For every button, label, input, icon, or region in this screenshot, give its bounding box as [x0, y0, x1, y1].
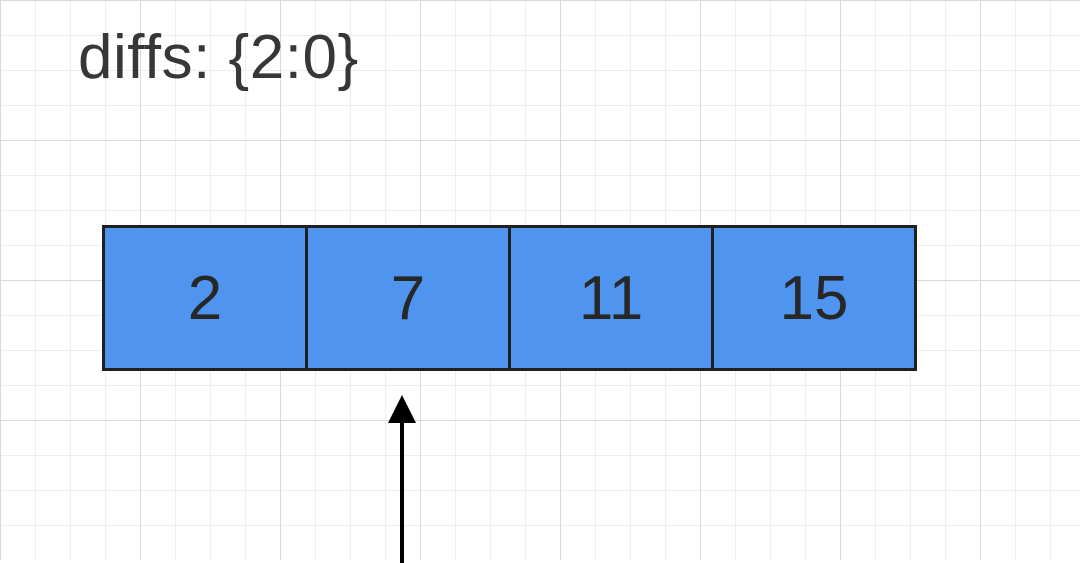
- pointer-arrow: [388, 395, 416, 563]
- array-cell: 11: [508, 228, 711, 368]
- arrow-shaft: [400, 423, 404, 563]
- array-cell-value: 11: [579, 263, 643, 334]
- array-cell: 2: [105, 228, 305, 368]
- caption-prefix: diffs:: [78, 23, 229, 92]
- array-row: 2 7 11 15: [102, 225, 917, 371]
- array-cell: 15: [711, 228, 914, 368]
- caption-value: {2:0}: [229, 23, 359, 92]
- arrow-up-icon: [388, 395, 416, 423]
- array-cell-value: 2: [188, 263, 222, 334]
- diffs-caption: diffs: {2:0}: [78, 22, 359, 93]
- array-cell-value: 15: [780, 263, 849, 334]
- array-cell-value: 7: [391, 263, 425, 334]
- array-cell: 7: [305, 228, 508, 368]
